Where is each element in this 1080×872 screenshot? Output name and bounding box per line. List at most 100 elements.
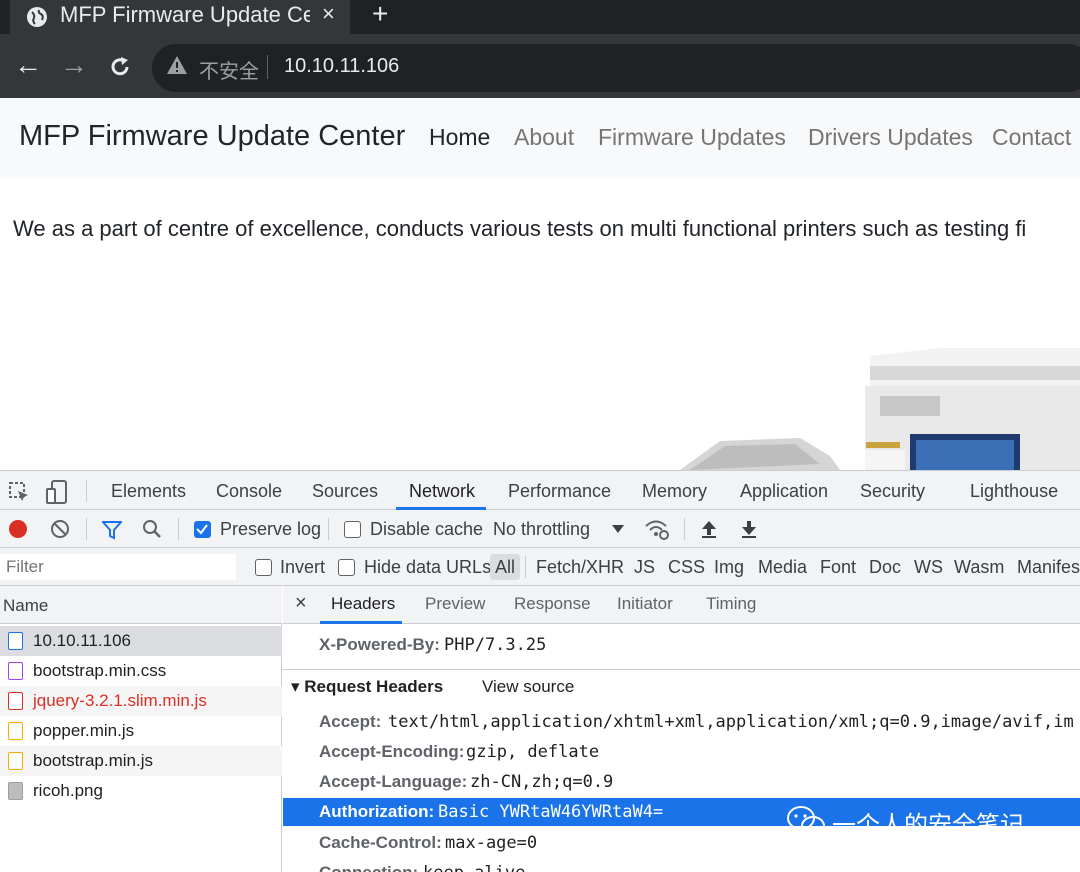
new-tab-button[interactable]: + [372,0,388,30]
back-button[interactable]: ← [14,50,42,80]
request-row[interactable]: 10.10.11.106 [0,626,282,656]
header-value: text/html,application/xhtml+xml,applicat… [388,712,1074,732]
image-icon [8,782,23,800]
request-name: ricoh.png [33,781,103,800]
site-navbar: MFP Firmware Update Center Home About Fi… [0,98,1080,178]
document-icon [8,632,23,650]
details-tab-bar: × Headers Preview Response Initiator Tim… [283,586,1080,624]
disable-cache-label[interactable]: Disable cache [370,519,483,540]
disable-cache-checkbox[interactable] [344,521,361,538]
tab-security[interactable]: Security [860,481,925,502]
reload-icon[interactable] [108,55,132,79]
toolbar-divider [684,518,685,540]
tab-elements[interactable]: Elements [111,481,186,502]
filter-bar: Invert Hide data URLs All Fetch/XHR JS C… [0,548,1080,586]
tab-performance[interactable]: Performance [508,481,611,502]
filter-img[interactable]: Img [714,557,744,578]
tab-application[interactable]: Application [740,481,828,502]
request-row[interactable]: bootstrap.min.js [0,746,282,776]
name-column-title: Name [3,596,49,615]
tab-initiator[interactable]: Initiator [617,594,673,614]
hide-data-urls-label[interactable]: Hide data URLs [364,557,491,578]
filter-manifest[interactable]: Manifest [1017,557,1080,578]
name-column-header[interactable]: Name [0,586,282,624]
dropdown-arrow-icon[interactable] [612,525,624,535]
tab-response[interactable]: Response [514,594,591,614]
filter-font[interactable]: Font [820,557,856,578]
device-toolbar-icon[interactable] [44,479,70,505]
invert-label[interactable]: Invert [280,557,325,578]
tab-close-icon[interactable]: × [322,1,335,27]
preserve-log-checkbox[interactable] [194,521,211,538]
active-tab-indicator [320,621,402,624]
nav-about[interactable]: About [514,124,574,151]
request-header-row: Accept-Encoding: gzip, deflate [283,737,1080,767]
filter-media[interactable]: Media [758,557,807,578]
watermark-text: 一个人的安全笔记 [832,811,1024,839]
filter-css[interactable]: CSS [668,557,705,578]
request-row[interactable]: jquery-3.2.1.slim.min.js [0,686,282,716]
filter-js[interactable]: JS [634,557,655,578]
network-toolbar: Preserve log Disable cache No throttling [0,510,1080,548]
request-row[interactable]: ricoh.png [0,776,282,806]
devtools-tab-bar: Elements Console Sources Network Perform… [0,471,1080,510]
filter-doc[interactable]: Doc [869,557,901,578]
forward-button[interactable]: → [60,50,88,80]
search-icon[interactable] [142,519,162,539]
tab-console[interactable]: Console [216,481,282,502]
clear-icon[interactable] [50,519,70,539]
request-header-row: Accept: text/html,application/xhtml+xml,… [283,707,1080,737]
request-name: popper.min.js [33,721,135,740]
warning-icon[interactable] [166,54,188,76]
request-list: Name 10.10.11.106 bootstrap.min.css jque… [0,586,282,872]
nav-firmware-updates[interactable]: Firmware Updates [598,124,786,151]
record-icon[interactable] [8,519,28,539]
url-text[interactable]: 10.10.11.106 [284,55,399,78]
request-headers-title[interactable]: ▾ Request Headers [291,677,443,697]
response-header-row: X-Powered-By: PHP/7.3.25 [283,630,1080,660]
preserve-log-label[interactable]: Preserve log [220,519,321,540]
request-row[interactable]: bootstrap.min.css [0,656,282,686]
nav-home[interactable]: Home [429,124,490,151]
browser-tab[interactable]: MFP Firmware Update Ce × [10,0,350,34]
throttling-select[interactable]: No throttling [493,519,590,540]
tab-sources[interactable]: Sources [312,481,378,502]
export-har-icon[interactable] [740,519,758,539]
hide-data-urls-checkbox[interactable] [338,559,355,576]
nav-contact[interactable]: Contact [992,124,1071,151]
filter-wasm[interactable]: Wasm [954,557,1004,578]
header-value: Basic YWRtaW46YWRtaW4= [438,802,664,822]
filter-input[interactable] [0,554,236,580]
browser-tab-strip: MFP Firmware Update Ce × + [0,0,1080,34]
filter-icon[interactable] [102,520,122,540]
header-value: gzip, deflate [466,742,600,762]
tab-headers[interactable]: Headers [331,594,395,614]
filter-fetch-xhr[interactable]: Fetch/XHR [536,557,624,578]
import-har-icon[interactable] [700,519,718,539]
security-status[interactable]: 不安全 [199,55,259,84]
tab-memory[interactable]: Memory [642,481,707,502]
request-header-row: Accept-Language: zh-CN,zh;q=0.9 [283,767,1080,797]
stylesheet-icon [8,662,23,680]
inspect-element-icon[interactable] [8,481,30,503]
network-conditions-icon[interactable] [644,518,670,540]
view-source-link[interactable]: View source [482,677,574,697]
intro-text: We as a part of centre of excellence, co… [13,216,1027,241]
filter-ws[interactable]: WS [914,557,943,578]
toolbar-divider [328,518,329,540]
site-brand[interactable]: MFP Firmware Update Center [19,120,405,153]
header-value: PHP/7.3.25 [444,635,547,655]
header-key: Authorization: [319,802,435,821]
tab-timing[interactable]: Timing [706,594,756,614]
tab-lighthouse[interactable]: Lighthouse [970,481,1058,502]
script-error-icon [8,692,23,710]
tab-network[interactable]: Network [409,481,475,502]
nav-drivers-updates[interactable]: Drivers Updates [808,124,973,151]
url-divider [267,55,268,79]
wechat-icon [787,806,825,836]
request-row[interactable]: popper.min.js [0,716,282,746]
close-details-icon[interactable]: × [295,592,307,615]
tab-preview[interactable]: Preview [425,594,485,614]
invert-checkbox[interactable] [255,559,272,576]
filter-all[interactable]: All [495,557,515,578]
